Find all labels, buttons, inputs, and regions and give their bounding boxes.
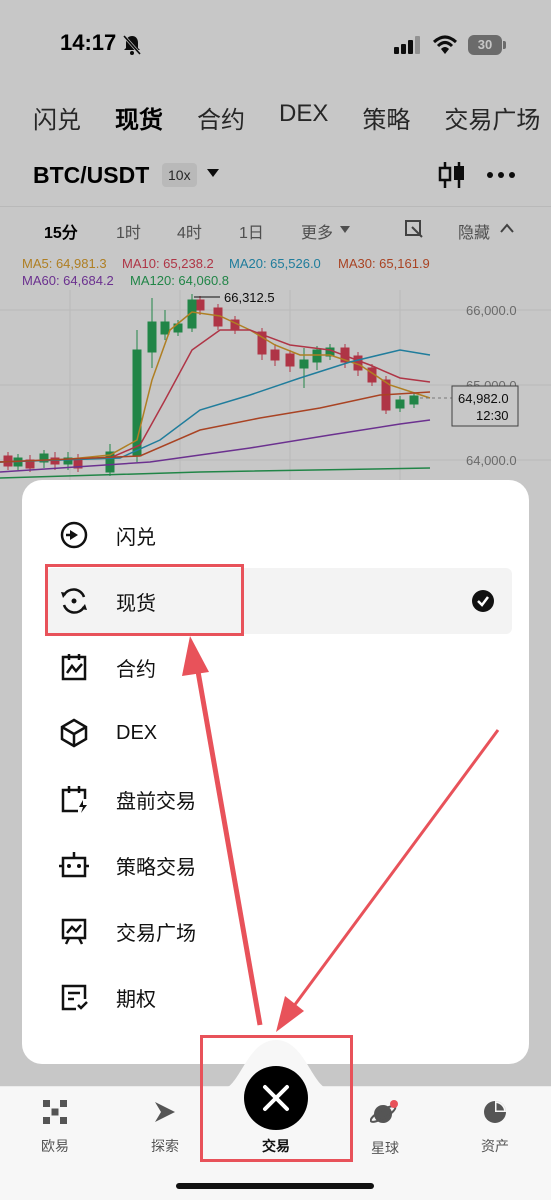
annotation-arrows <box>182 636 500 1032</box>
